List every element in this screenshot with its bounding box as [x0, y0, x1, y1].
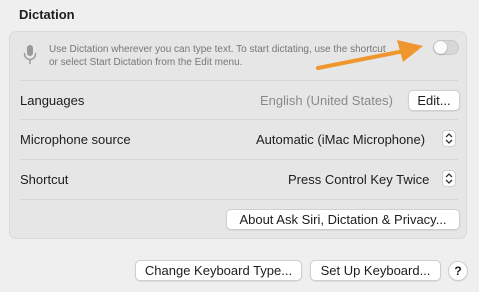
edit-languages-button[interactable]: Edit... [408, 90, 460, 111]
toggle-knob [434, 41, 447, 54]
divider [20, 119, 458, 120]
about-siri-dictation-privacy-button[interactable]: About Ask Siri, Dictation & Privacy... [226, 209, 460, 230]
dictation-toggle[interactable] [433, 40, 459, 55]
help-button[interactable]: ? [448, 261, 468, 281]
divider [20, 199, 458, 200]
up-down-chevron-icon[interactable] [442, 170, 456, 187]
dictation-toggle-row: Use Dictation wherever you can type text… [10, 32, 466, 80]
microphone-source-label: Microphone source [20, 132, 131, 147]
divider [20, 159, 458, 160]
change-keyboard-type-button[interactable]: Change Keyboard Type... [135, 260, 302, 281]
microphone-icon [23, 45, 37, 64]
dictation-description: Use Dictation wherever you can type text… [49, 43, 419, 69]
set-up-keyboard-button[interactable]: Set Up Keyboard... [310, 260, 441, 281]
shortcut-label: Shortcut [20, 172, 69, 187]
divider [20, 80, 458, 81]
dictation-panel: Use Dictation wherever you can type text… [9, 31, 467, 239]
microphone-source-popup[interactable]: Automatic (iMac Microphone) [256, 132, 425, 147]
shortcut-popup[interactable]: Press Control Key Twice [288, 172, 429, 187]
languages-value: English (United States) [260, 93, 393, 108]
dictation-description-line1: Use Dictation wherever you can type text… [49, 44, 386, 55]
section-title: Dictation [19, 7, 75, 22]
up-down-chevron-icon[interactable] [442, 130, 456, 147]
languages-label: Languages [20, 93, 85, 108]
dictation-description-line2: or select Start Dictation from the Edit … [49, 57, 243, 68]
